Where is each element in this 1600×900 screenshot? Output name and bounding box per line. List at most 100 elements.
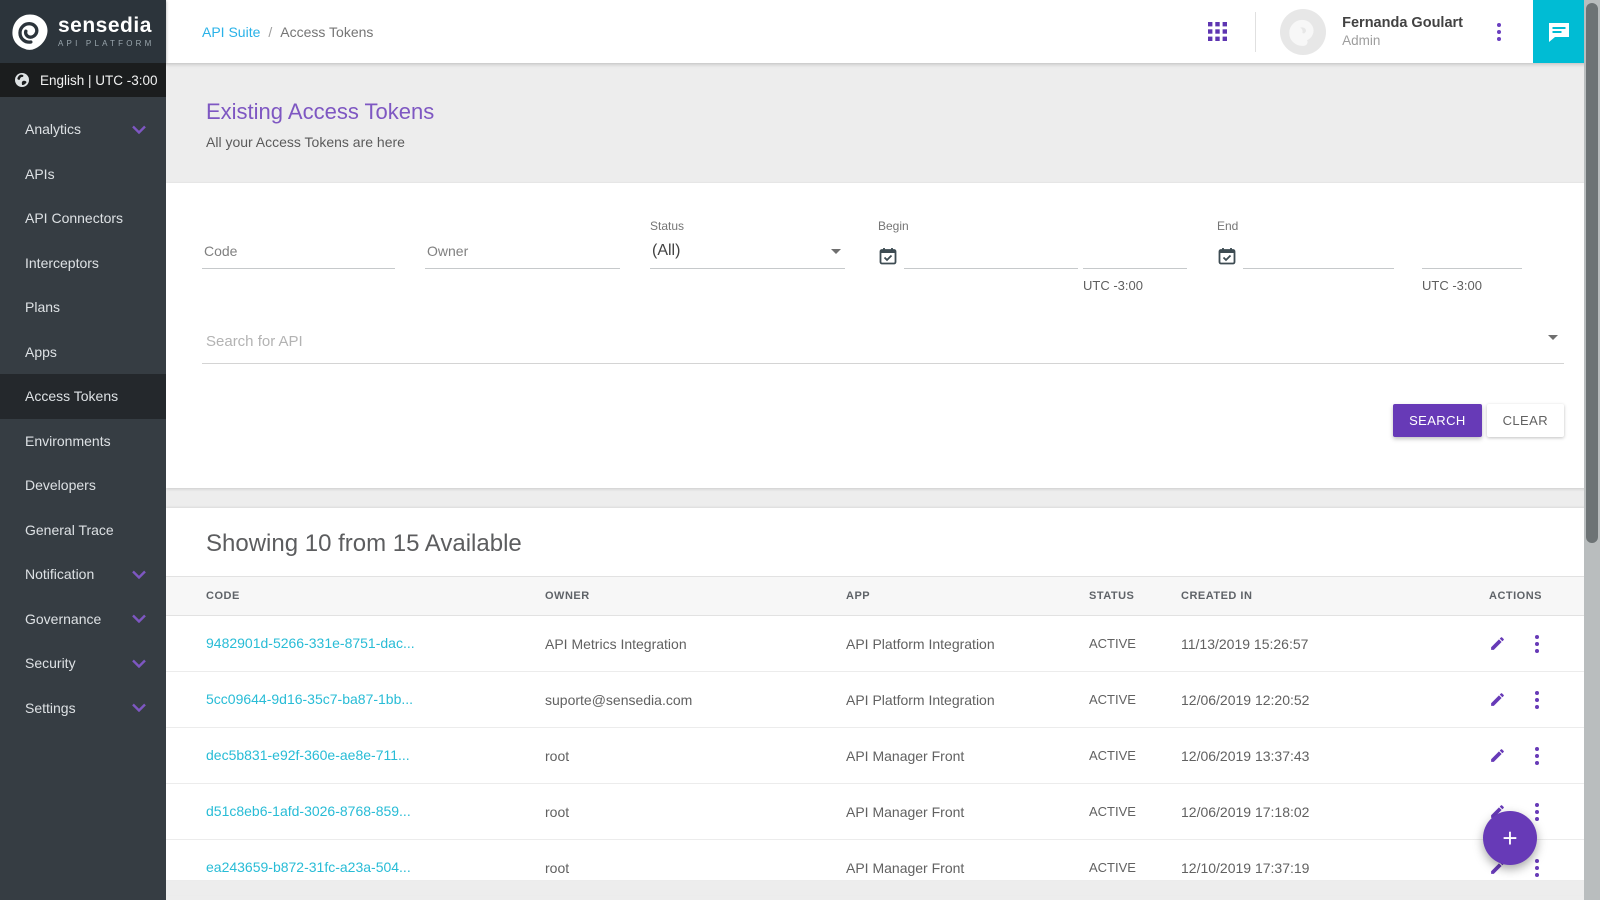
breadcrumb-api-suite[interactable]: API Suite	[202, 24, 260, 40]
row-kebab-menu-icon[interactable]	[1532, 632, 1542, 656]
sidebar-item-environments[interactable]: Environments	[0, 419, 166, 464]
edit-pencil-icon[interactable]	[1489, 747, 1506, 764]
status-value: (All)	[652, 242, 680, 260]
token-code-link[interactable]: d51c8eb6-1afd-3026-8768-859...	[206, 803, 411, 819]
token-code-link[interactable]: 9482901d-5266-331e-8751-dac...	[206, 635, 415, 651]
breadcrumb-current: Access Tokens	[280, 24, 373, 40]
sidebar-item-label: Environments	[25, 433, 111, 449]
sidebar-nav: Analytics APIs API Connectors Intercepto…	[0, 97, 166, 730]
page-header: Existing Access Tokens All your Access T…	[166, 63, 1600, 183]
sidebar-item-label: Analytics	[25, 121, 81, 137]
begin-time-field: UTC -3:00	[1083, 219, 1187, 269]
table-row: dec5b831-e92f-360e-ae8e-711... root API …	[166, 728, 1600, 784]
locale-selector[interactable]: English | UTC -3:00	[0, 63, 166, 97]
page-scrollbar[interactable]	[1584, 0, 1600, 900]
status-label: Status	[650, 219, 845, 233]
token-status: ACTIVE	[1089, 636, 1181, 651]
api-search-field	[202, 333, 1564, 364]
begin-time-input[interactable]	[1083, 241, 1187, 269]
chat-bubble-icon	[1546, 19, 1572, 45]
sidebar-item-label: Interceptors	[25, 255, 99, 271]
avatar[interactable]	[1280, 9, 1326, 55]
plus-icon: +	[1502, 823, 1517, 854]
column-header-code: CODE	[166, 590, 545, 602]
token-app: API Manager Front	[846, 748, 1089, 764]
token-created: 12/10/2019 17:37:19	[1181, 860, 1431, 876]
sidebar-item-apis[interactable]: APIs	[0, 152, 166, 197]
results-panel: Showing 10 from 15 Available CODE OWNER …	[166, 508, 1600, 880]
add-token-button[interactable]: +	[1483, 811, 1537, 865]
token-app: API Manager Front	[846, 860, 1089, 876]
scrollbar-thumb[interactable]	[1586, 3, 1598, 543]
sidebar-item-general-trace[interactable]: General Trace	[0, 508, 166, 553]
section-gap	[166, 488, 1600, 508]
avatar-swirl-icon	[1283, 12, 1323, 52]
caret-down-icon[interactable]	[1548, 335, 1558, 340]
sidebar-item-developers[interactable]: Developers	[0, 463, 166, 508]
user-menu-kebab-icon[interactable]	[1493, 19, 1505, 45]
calendar-check-icon[interactable]	[878, 246, 898, 266]
status-select[interactable]: (All)	[650, 242, 845, 269]
topbar-right: Fernanda Goulart Admin	[1208, 0, 1600, 63]
end-label: End	[1217, 219, 1394, 233]
code-field	[202, 219, 395, 269]
column-header-created: CREATED IN	[1181, 590, 1431, 602]
token-created: 12/06/2019 12:20:52	[1181, 692, 1431, 708]
sidebar-item-governance[interactable]: Governance	[0, 597, 166, 642]
sidebar-item-access-tokens[interactable]: Access Tokens	[0, 374, 166, 419]
results-summary: Showing 10 from 15 Available	[166, 508, 1600, 576]
token-app: API Platform Integration	[846, 692, 1089, 708]
token-code-link[interactable]: dec5b831-e92f-360e-ae8e-711...	[206, 747, 410, 763]
filters-panel: Status (All) Begin	[166, 183, 1600, 488]
sidebar-item-label: Notification	[25, 566, 94, 582]
token-code-link[interactable]: ea243659-b872-31fc-a23a-504...	[206, 859, 411, 875]
status-field: Status (All)	[650, 219, 845, 269]
sidebar-item-label: API Connectors	[25, 210, 123, 226]
end-time-input[interactable]	[1422, 241, 1522, 269]
apps-grid-icon[interactable]	[1208, 22, 1227, 41]
sidebar-item-apps[interactable]: Apps	[0, 330, 166, 375]
column-header-app: APP	[846, 590, 1089, 602]
chevron-down-icon	[132, 703, 146, 712]
token-created: 12/06/2019 13:37:43	[1181, 748, 1431, 764]
begin-date-input[interactable]	[904, 243, 1078, 269]
sensedia-swirl-icon	[10, 12, 50, 52]
api-search-input[interactable]	[202, 333, 1564, 364]
calendar-check-icon[interactable]	[1217, 246, 1237, 266]
sidebar-item-api-connectors[interactable]: API Connectors	[0, 196, 166, 241]
app-window: sensedia API PLATFORM English | UTC -3:0…	[0, 0, 1600, 900]
chevron-down-icon	[132, 614, 146, 623]
end-date-input[interactable]	[1243, 243, 1394, 269]
page-title: Existing Access Tokens	[206, 99, 1600, 125]
owner-input[interactable]	[425, 243, 620, 269]
sidebar-item-label: Access Tokens	[25, 388, 118, 404]
token-owner: API Metrics Integration	[545, 636, 846, 652]
sidebar-item-settings[interactable]: Settings	[0, 686, 166, 731]
topbar: API Suite / Access Tokens	[166, 0, 1600, 63]
row-kebab-menu-icon[interactable]	[1532, 800, 1542, 824]
row-kebab-menu-icon[interactable]	[1532, 856, 1542, 880]
brand-name: sensedia	[58, 15, 154, 37]
clear-button[interactable]: CLEAR	[1487, 404, 1564, 437]
row-kebab-menu-icon[interactable]	[1532, 744, 1542, 768]
token-created: 11/13/2019 15:26:57	[1181, 636, 1431, 652]
main-area: API Suite / Access Tokens	[166, 0, 1600, 900]
row-kebab-menu-icon[interactable]	[1532, 688, 1542, 712]
code-input[interactable]	[202, 243, 395, 269]
token-code-link[interactable]: 5cc09644-9d16-35c7-ba87-1bb...	[206, 691, 413, 707]
user-role: Admin	[1342, 32, 1463, 49]
sidebar-item-notification[interactable]: Notification	[0, 552, 166, 597]
column-header-owner: OWNER	[545, 590, 846, 602]
sidebar-item-label: Developers	[25, 477, 96, 493]
breadcrumb-separator: /	[268, 24, 272, 40]
edit-pencil-icon[interactable]	[1489, 635, 1506, 652]
sidebar-item-interceptors[interactable]: Interceptors	[0, 241, 166, 286]
sidebar-item-analytics[interactable]: Analytics	[0, 107, 166, 152]
search-button[interactable]: SEARCH	[1393, 404, 1482, 437]
sidebar-item-plans[interactable]: Plans	[0, 285, 166, 330]
token-owner: root	[545, 748, 846, 764]
edit-pencil-icon[interactable]	[1489, 691, 1506, 708]
sidebar-item-security[interactable]: Security	[0, 641, 166, 686]
breadcrumb: API Suite / Access Tokens	[166, 24, 373, 40]
chat-button[interactable]	[1533, 0, 1585, 63]
